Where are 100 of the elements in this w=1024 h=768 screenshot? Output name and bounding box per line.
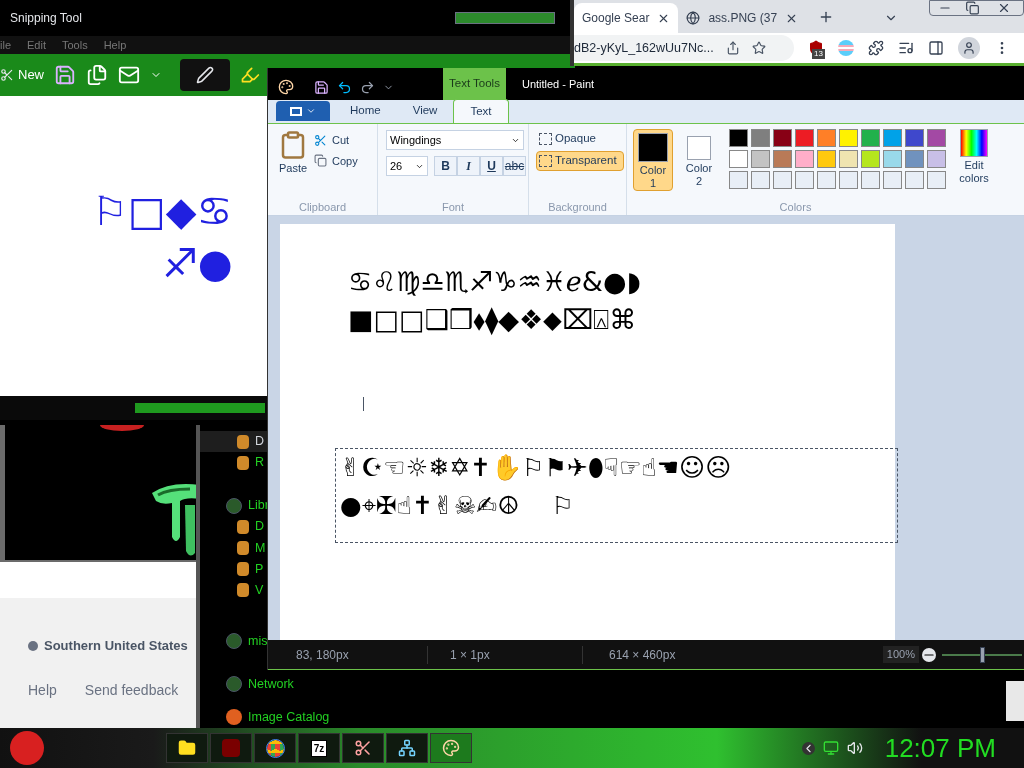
color-swatch[interactable] — [839, 129, 858, 147]
color-swatch[interactable] — [927, 150, 946, 168]
color-swatch[interactable] — [861, 129, 880, 147]
color-slot-button[interactable]: Color 2 — [679, 129, 719, 191]
taskbar-app-button[interactable]: 7z — [298, 733, 340, 763]
clock[interactable]: 12:07 PM — [884, 728, 996, 768]
application-menu-button[interactable] — [276, 101, 330, 121]
start-button[interactable] — [10, 731, 44, 765]
monitor-icon[interactable] — [822, 740, 839, 756]
color-swatch[interactable] — [751, 150, 770, 168]
empty-swatch[interactable] — [773, 171, 792, 189]
cut-button[interactable]: Cut — [314, 132, 358, 149]
taskbar-app-button[interactable] — [430, 733, 472, 763]
paint-app-icon[interactable] — [278, 79, 294, 95]
empty-swatch[interactable] — [905, 171, 924, 189]
menu-item[interactable]: Edit — [27, 36, 46, 54]
ribbon-tab[interactable]: Text — [453, 99, 509, 123]
background-option[interactable]: Opaque — [536, 129, 624, 149]
nav-item[interactable]: mis — [200, 630, 268, 652]
browser-tab[interactable]: Google Sear — [574, 3, 679, 33]
color-swatch[interactable] — [839, 150, 858, 168]
new-button[interactable]: New — [0, 65, 44, 85]
font-family-dropdown[interactable]: Wingdings — [386, 130, 524, 150]
color-swatch[interactable] — [751, 129, 770, 147]
empty-swatch[interactable] — [795, 171, 814, 189]
catalog-icon — [226, 709, 242, 726]
group-label: Colors — [778, 199, 813, 215]
copy-button[interactable]: Copy — [314, 152, 358, 169]
color-swatch[interactable] — [773, 129, 792, 147]
zoom-out-icon[interactable] — [922, 647, 936, 662]
footer-link[interactable]: Send feedback — [84, 679, 179, 701]
highlighter-icon[interactable] — [240, 65, 260, 85]
speaker-icon[interactable] — [846, 740, 863, 756]
nav-item[interactable]: Libr — [200, 495, 269, 517]
chevron-icon[interactable] — [801, 741, 815, 755]
scrollbar[interactable] — [1006, 681, 1024, 721]
playlist-icon[interactable] — [898, 40, 914, 56]
ribbon-tab[interactable]: View — [396, 99, 454, 123]
paste-button[interactable]: Paste — [278, 130, 308, 199]
nav-item[interactable]: D — [200, 516, 265, 538]
font-style-button[interactable]: I — [457, 156, 480, 176]
taskbar-app-button[interactable] — [254, 733, 296, 763]
edit-colors-button[interactable]: Edit colors — [954, 129, 994, 199]
empty-swatch[interactable] — [817, 171, 836, 189]
color-swatch[interactable] — [927, 129, 946, 147]
footer-link[interactable]: Help — [28, 679, 57, 701]
pen-button[interactable] — [180, 59, 230, 91]
nav-item[interactable]: R — [200, 452, 265, 474]
slider-thumb[interactable] — [979, 646, 985, 663]
font-style-button[interactable]: B — [434, 156, 457, 176]
nav-item[interactable]: M — [200, 537, 266, 559]
color-swatch[interactable] — [883, 150, 902, 168]
taskbar-app-button[interactable] — [342, 733, 384, 763]
nav-item[interactable]: P — [200, 558, 264, 580]
nav-item[interactable]: D — [200, 431, 270, 453]
text-selection-box[interactable]: ✌☪☜☼❄✡✝✋⚐⚑✈⬮☟☞☝☚☺☹ ●⌖✠☝✝✌☠✍☮ ⚐ — [335, 448, 898, 543]
redo-icon[interactable] — [360, 79, 375, 95]
address-bar[interactable]: dB2-yKyL_162wUu7Nc... — [574, 35, 794, 61]
side-panel-icon[interactable] — [928, 40, 944, 56]
color-swatch[interactable] — [729, 150, 748, 168]
star-icon[interactable] — [751, 41, 766, 55]
background-option[interactable]: Transparent — [536, 151, 624, 171]
menu-item[interactable]: ile — [0, 36, 11, 54]
empty-swatch[interactable] — [861, 171, 880, 189]
color-swatch[interactable] — [905, 150, 924, 168]
font-style-button[interactable]: U — [480, 156, 503, 176]
network-icon — [398, 739, 416, 757]
font-size-dropdown[interactable]: 26 — [386, 156, 428, 176]
empty-swatch[interactable] — [751, 171, 770, 189]
font-style-button[interactable]: abc — [503, 156, 526, 176]
ribbon-tab[interactable]: Home — [334, 99, 397, 123]
undo-icon[interactable] — [337, 79, 352, 95]
color-swatch[interactable] — [795, 129, 814, 147]
empty-swatch[interactable] — [883, 171, 902, 189]
copy-icon[interactable] — [86, 64, 108, 86]
save-icon[interactable] — [314, 79, 329, 95]
profile-icon[interactable] — [958, 37, 980, 59]
nav-item[interactable]: V — [200, 579, 264, 601]
canvas[interactable]: ♋♌♍♎♏♐♑♒♓ℯ&●◗ ■□□❑❒⬧⧫◆❖⬥⌧⍓⌘ ✌☪☜☼❄✡✝✋⚐⚑✈⬮☟☞☝☚☺☹ ●⌖✠☝✝✌☠✍☮ ⚐ — [280, 224, 895, 640]
color-swatch[interactable] — [861, 150, 880, 168]
menu-item[interactable]: Tools — [62, 36, 88, 54]
color-swatch[interactable] — [817, 129, 836, 147]
color-swatch[interactable] — [905, 129, 924, 147]
color-swatch[interactable] — [817, 150, 836, 168]
taskbar-app-button[interactable] — [166, 733, 208, 763]
empty-swatch[interactable] — [839, 171, 858, 189]
empty-swatch[interactable] — [927, 171, 946, 189]
color-swatch[interactable] — [729, 129, 748, 147]
nav-item[interactable]: Image Catalog — [200, 706, 330, 728]
color-slot-button[interactable]: Color 1 — [633, 129, 673, 191]
color-swatch[interactable] — [883, 129, 902, 147]
menu-item[interactable]: Help — [103, 36, 127, 54]
empty-swatch[interactable] — [729, 171, 748, 189]
nav-item[interactable]: Network — [200, 673, 294, 695]
puzzle-icon[interactable] — [868, 40, 884, 56]
share-icon[interactable] — [725, 41, 740, 55]
color-swatch[interactable] — [795, 150, 814, 168]
color-swatch[interactable] — [773, 150, 792, 168]
taskbar-app-button[interactable] — [386, 733, 428, 763]
envelope-icon[interactable] — [118, 64, 140, 86]
